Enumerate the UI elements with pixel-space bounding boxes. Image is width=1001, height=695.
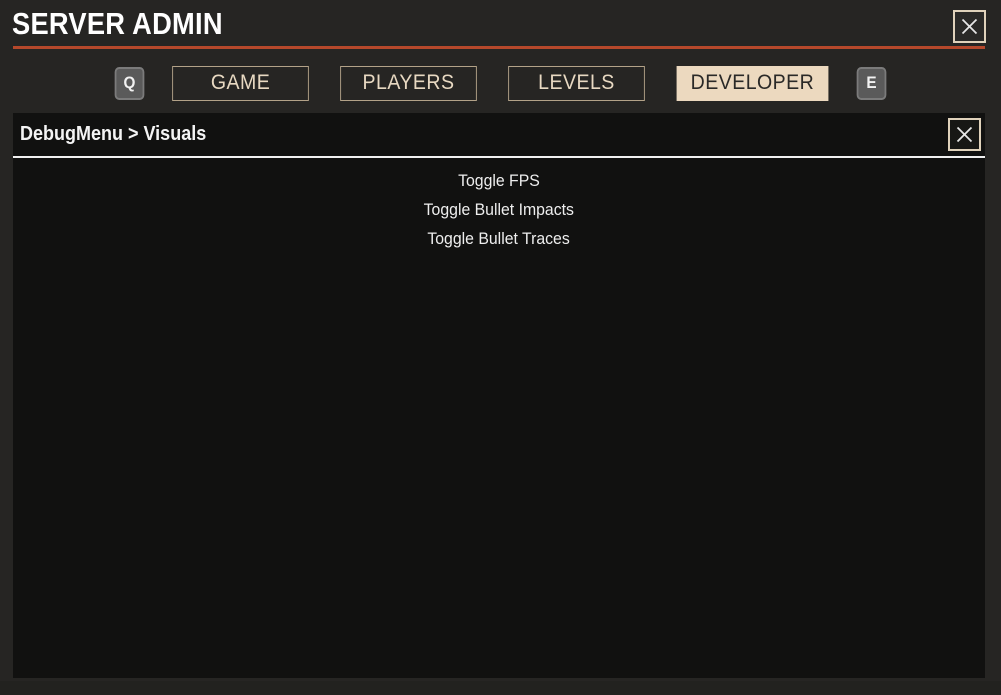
title-accent-divider [13, 46, 985, 49]
close-x-icon [960, 17, 979, 36]
bottom-strip [0, 681, 1001, 695]
prev-tab-key-hint[interactable]: Q [114, 66, 145, 100]
breadcrumb-divider [13, 156, 985, 158]
debug-menu-panel: DebugMenu > Visuals Toggle FPS Toggle Bu… [13, 113, 985, 678]
menu-item-toggle-fps[interactable]: Toggle FPS [458, 166, 540, 195]
tab-levels[interactable]: LEVELS [508, 65, 645, 101]
debug-panel-close-button[interactable] [948, 118, 981, 151]
breadcrumb: DebugMenu > Visuals [20, 123, 207, 145]
server-admin-window: SERVER ADMIN Q GAME PLAYERS LEVELS DEVEL… [0, 0, 1001, 681]
next-tab-key-hint[interactable]: E [856, 66, 887, 100]
page-title: SERVER ADMIN [12, 6, 223, 41]
debug-menu-list: Toggle FPS Toggle Bullet Impacts Toggle … [13, 166, 985, 253]
tab-bar: Q GAME PLAYERS LEVELS DEVELOPER E [0, 64, 1001, 102]
tab-players[interactable]: PLAYERS [340, 65, 477, 101]
close-x-icon [955, 125, 974, 144]
tab-game[interactable]: GAME [172, 65, 309, 101]
tab-developer[interactable]: DEVELOPER [676, 65, 829, 101]
window-close-button[interactable] [953, 10, 986, 43]
window-title-bar: SERVER ADMIN [0, 0, 1001, 49]
menu-item-toggle-bullet-impacts[interactable]: Toggle Bullet Impacts [424, 195, 574, 224]
menu-item-toggle-bullet-traces[interactable]: Toggle Bullet Traces [428, 224, 570, 253]
